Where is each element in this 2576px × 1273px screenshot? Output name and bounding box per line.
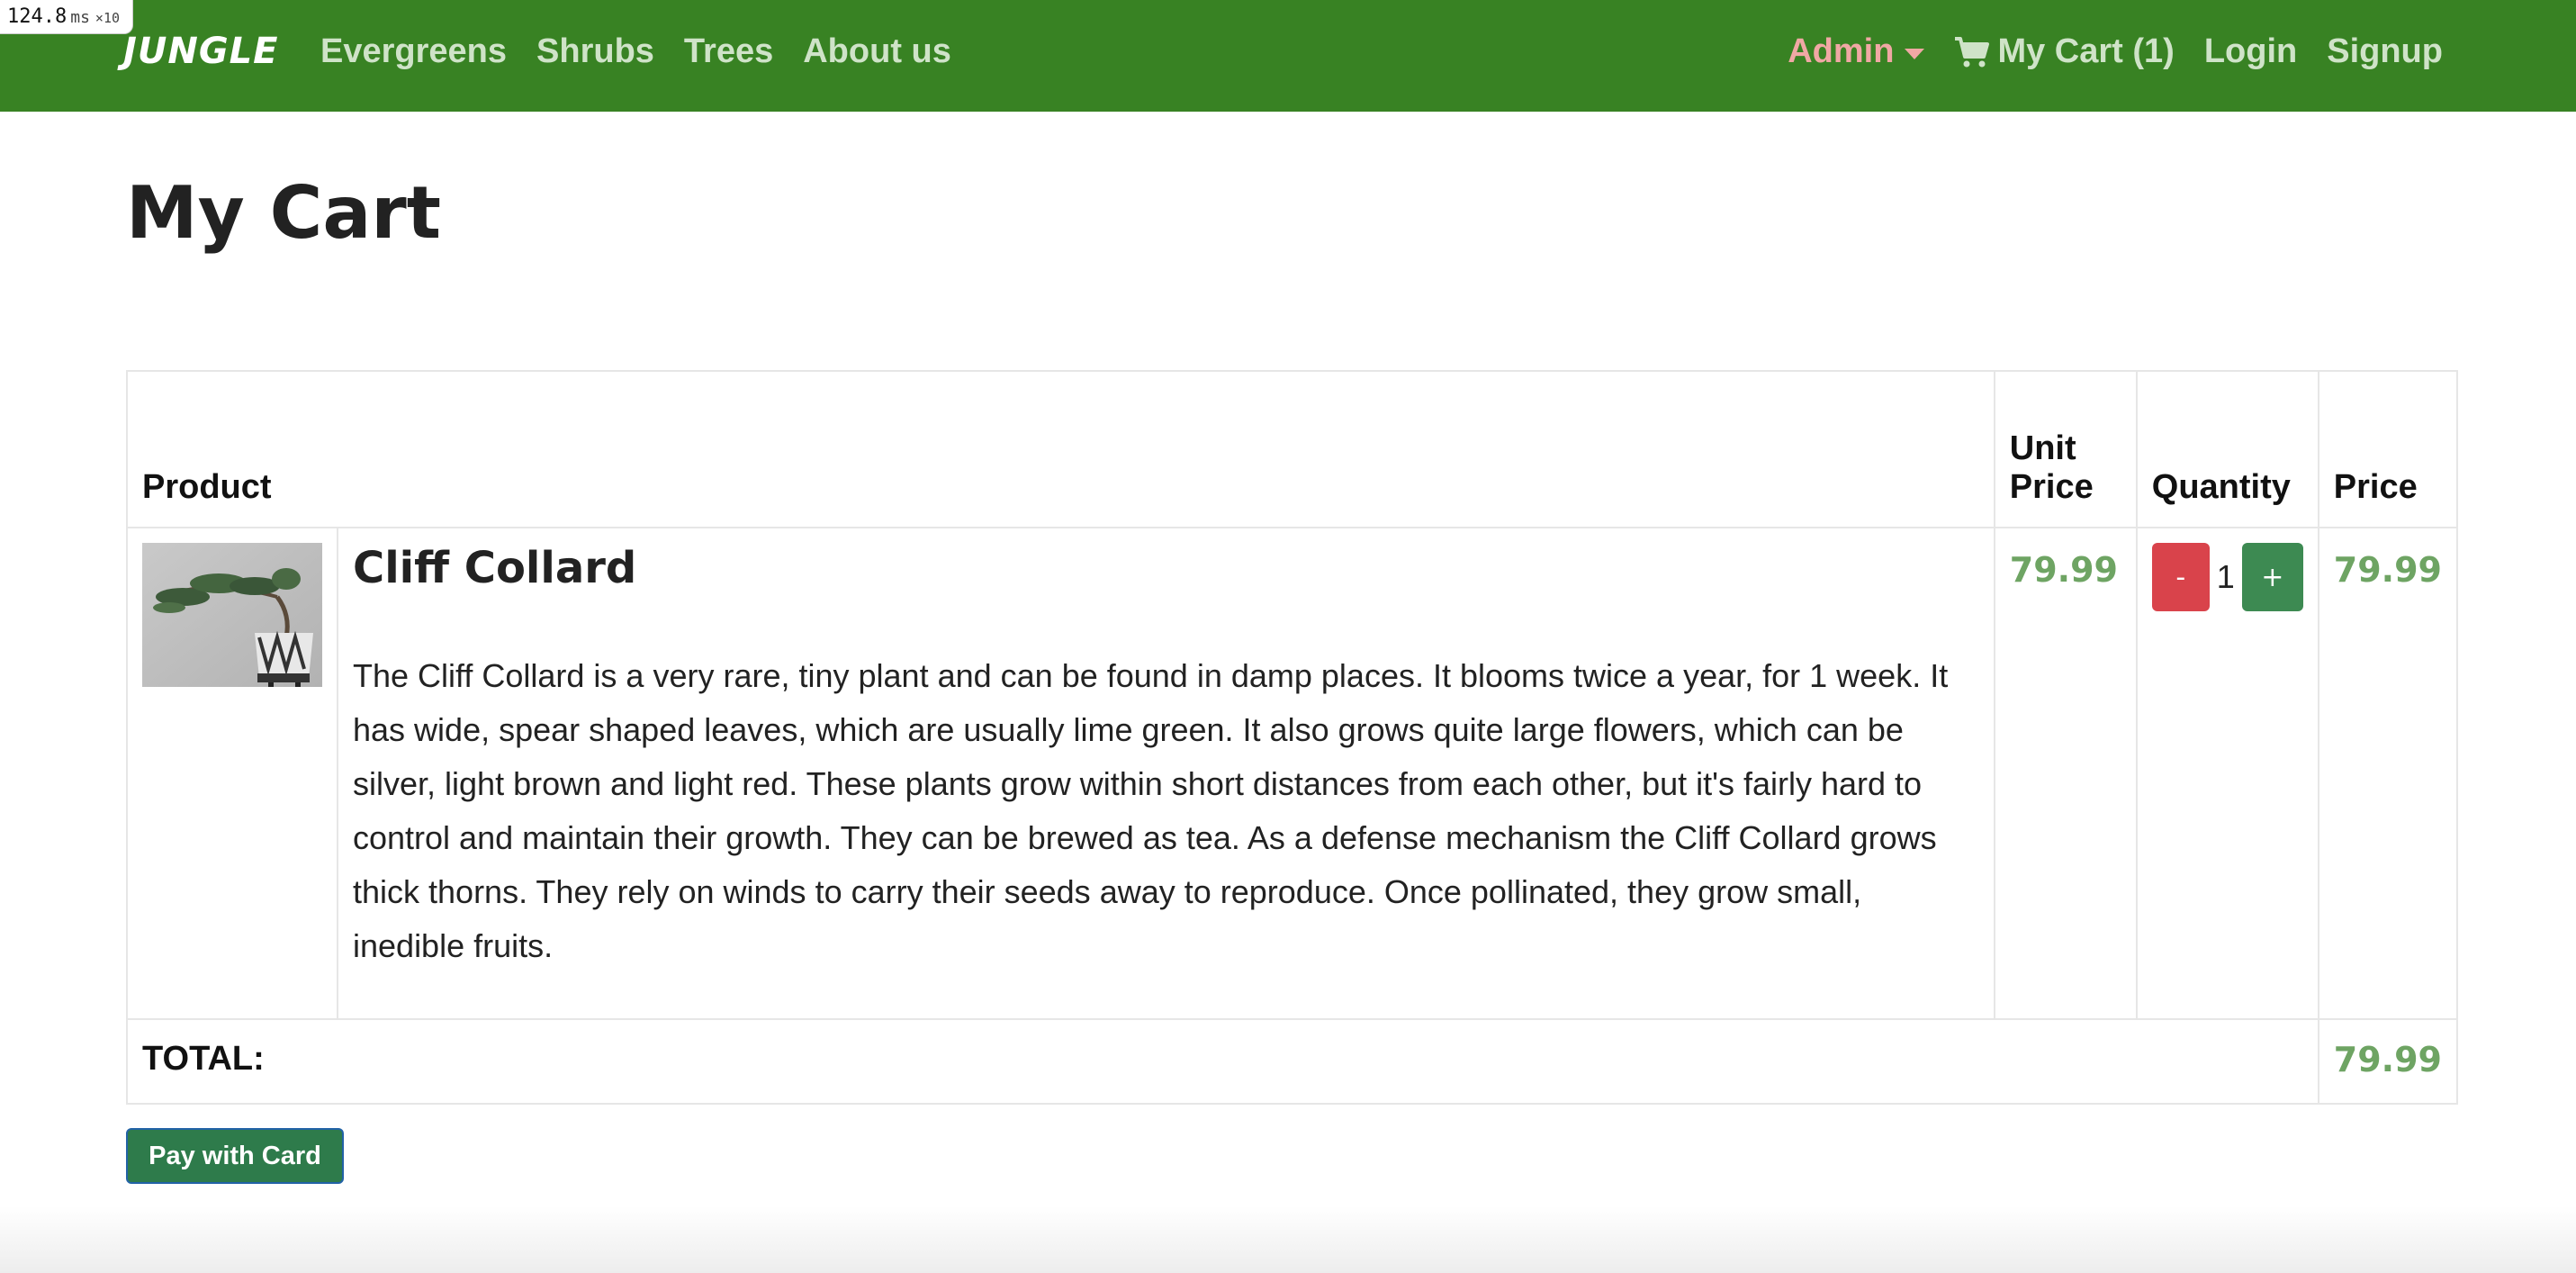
total-row: TOTAL: 79.99 xyxy=(126,1018,2459,1105)
admin-dropdown[interactable]: Admin xyxy=(1788,32,1925,71)
top-navbar: JUNGLE Evergreens Shrubs Trees About us … xyxy=(0,0,2576,112)
product-image xyxy=(142,543,322,687)
cart-table: Product Unit Price Quantity Price Cliff … xyxy=(126,370,2459,1105)
product-description: The Cliff Collard is a very rare, tiny p… xyxy=(353,657,1949,964)
header-quantity: Quantity xyxy=(2135,370,2319,528)
increase-quantity-button[interactable]: + xyxy=(2241,543,2303,611)
nav-link-shrubs[interactable]: Shrubs xyxy=(536,32,654,71)
product-image-cell xyxy=(126,527,338,1020)
decrease-quantity-button[interactable]: - xyxy=(2151,543,2210,611)
my-cart-link[interactable]: My Cart (1) xyxy=(1954,32,2175,71)
nav-account: Admin My Cart (1) Login Signup xyxy=(1788,32,2443,71)
unit-price: 79.99 xyxy=(1993,527,2138,1020)
product-name: Cliff Collard xyxy=(353,543,637,593)
quantity-value: 1 xyxy=(2216,558,2235,595)
render-time-value: 124.8 xyxy=(7,5,68,28)
total-label: TOTAL: xyxy=(126,1018,2319,1105)
header-unit-price: Unit Price xyxy=(1993,370,2138,528)
nav-link-about-us[interactable]: About us xyxy=(803,32,951,71)
quantity-cell: - 1 + xyxy=(2135,527,2319,1020)
header-product: Product xyxy=(126,370,1995,528)
table-header-row: Product Unit Price Quantity Price xyxy=(126,370,2459,528)
header-price: Price xyxy=(2317,370,2459,528)
render-time-unit: ms xyxy=(70,8,90,27)
render-time-multiplier: ×10 xyxy=(95,10,121,26)
line-price: 79.99 xyxy=(2317,527,2459,1020)
caret-down-icon xyxy=(1905,48,1925,59)
nav-link-trees[interactable]: Trees xyxy=(684,32,773,71)
pay-with-card-button[interactable]: Pay with Card xyxy=(126,1128,344,1184)
quantity-stepper: - 1 + xyxy=(2151,543,2303,611)
brand-logo[interactable]: JUNGLE xyxy=(123,31,278,72)
nav-categories: Evergreens Shrubs Trees About us xyxy=(320,32,951,71)
my-cart-label: My Cart (1) xyxy=(1997,32,2175,70)
page-bottom-shadow xyxy=(0,1206,2576,1273)
render-time-overlay: 124.8 ms ×10 xyxy=(0,0,134,34)
admin-label: Admin xyxy=(1788,32,1895,70)
nav-link-evergreens[interactable]: Evergreens xyxy=(320,32,507,71)
total-value: 79.99 xyxy=(2317,1018,2459,1105)
product-details-cell: Cliff Collard The Cliff Collard is a ver… xyxy=(337,527,1995,1020)
login-link[interactable]: Login xyxy=(2204,32,2297,71)
table-row: Cliff Collard The Cliff Collard is a ver… xyxy=(126,527,2459,1020)
shopping-cart-icon xyxy=(1955,36,1990,67)
signup-link[interactable]: Signup xyxy=(2327,32,2443,71)
page-title: My Cart xyxy=(126,171,441,255)
